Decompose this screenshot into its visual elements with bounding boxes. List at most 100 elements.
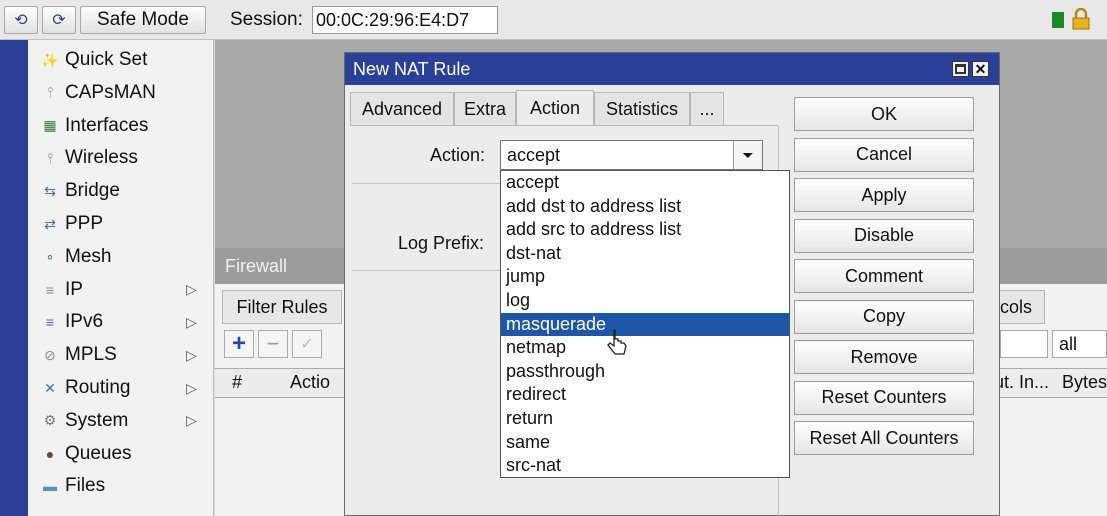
maximize-icon (955, 64, 966, 74)
copy-button[interactable]: Copy (794, 299, 974, 334)
top-toolbar: ⟲ ⟳ Safe Mode Session: 00:0C:29:96:E4:D7 (0, 0, 1107, 40)
mouse-cursor-icon (606, 328, 628, 358)
dropdown-option[interactable]: same (501, 431, 789, 455)
sidebar-item-ppp[interactable]: ⇄ PPP (28, 208, 214, 240)
maximize-button[interactable] (952, 61, 969, 77)
session-field[interactable]: 00:0C:29:96:E4:D7 (312, 6, 498, 34)
antenna-icon: ⫯ (46, 84, 54, 101)
tab-extra[interactable]: Extra (454, 92, 516, 126)
submenu-arrow-icon: ▷ (186, 412, 197, 429)
close-button[interactable]: ✕ (972, 61, 989, 77)
sidebar-item-label: MPLS (65, 344, 117, 366)
tab-filter-rules[interactable]: Filter Rules (222, 290, 342, 324)
dropdown-option[interactable]: accept (501, 171, 789, 195)
dropdown-option[interactable]: masquerade (501, 312, 789, 337)
remove-button[interactable]: Remove (794, 340, 974, 374)
sidebar-item-files[interactable]: ▬ Files (28, 470, 214, 502)
ip-icon: ≡ (45, 281, 55, 298)
dropdown-option[interactable]: redirect (501, 383, 789, 407)
sidebar: ✨ Quick Set ⫯ CAPsMAN ▦ Interfaces ⫯ Wireless ⇆ B… (28, 40, 214, 516)
sidebar-item-queues[interactable]: ● Queues (28, 438, 214, 470)
sidebar-item-routing[interactable]: ✕ Routing ▷ (28, 372, 214, 404)
col-out-in: ut. In... (994, 372, 1050, 392)
undo-button[interactable]: ⟲ (4, 6, 38, 34)
lock-icon (1071, 7, 1091, 30)
col-action: Actio (290, 372, 331, 392)
col-bytes: Bytes (1062, 372, 1107, 392)
remove-rule-button[interactable]: − (258, 330, 288, 358)
comment-button[interactable]: Comment (794, 259, 974, 293)
mpls-icon: ⊘ (44, 346, 56, 363)
routing-icon: ✕ (44, 379, 56, 396)
action-label: Action: (430, 145, 486, 165)
dropdown-option[interactable]: dst-nat (501, 242, 789, 266)
sidebar-item-label: Files (65, 475, 106, 497)
sidebar-item-mpls[interactable]: ⊘ MPLS ▷ (28, 339, 214, 371)
cancel-button[interactable]: Cancel (794, 137, 974, 172)
sidebar-item-system[interactable]: ⚙ System ▷ (28, 405, 214, 437)
dropdown-option[interactable]: netmap (501, 336, 789, 360)
ipv6-icon: ≡ (45, 314, 55, 331)
chevron-down-icon: ⏷ (742, 147, 754, 163)
sidebar-item-ipv6[interactable]: ≡ IPv6 ▷ (28, 306, 214, 338)
col-hash: # (232, 372, 243, 392)
dropdown-option[interactable]: jump (501, 265, 789, 289)
disable-button[interactable]: Disable (794, 218, 974, 253)
log-prefix-label: Log Prefix: (398, 233, 485, 253)
reset-counters-button[interactable]: Reset Counters (794, 380, 974, 415)
tab-advanced[interactable]: Advanced (350, 92, 454, 126)
sidebar-item-mesh[interactable]: ∘ Mesh (28, 241, 214, 273)
status-indicator-icon (1052, 12, 1064, 28)
redo-icon: ⟳ (52, 12, 66, 29)
gear-icon: ⚙ (43, 412, 57, 429)
sidebar-item-interfaces[interactable]: ▦ Interfaces (28, 110, 214, 142)
dropdown-option[interactable]: src-nat (501, 454, 789, 478)
dropdown-option[interactable]: log (501, 289, 789, 313)
tab-statistics[interactable]: Statistics (594, 92, 690, 126)
redo-button[interactable]: ⟳ (42, 6, 76, 34)
tab-more[interactable]: ... (690, 92, 724, 126)
safe-mode-button[interactable]: Safe Mode (80, 6, 206, 34)
tab-action[interactable]: Action (516, 90, 594, 126)
mesh-icon: ∘ (45, 248, 55, 265)
folder-icon: ▬ (43, 478, 57, 495)
queues-icon: ● (45, 445, 55, 462)
reset-all-counters-button[interactable]: Reset All Counters (794, 421, 974, 455)
sidebar-item-label: Bridge (65, 180, 120, 202)
sidebar-item-label: Wireless (65, 147, 138, 169)
filter-select[interactable]: all (1052, 330, 1107, 358)
dropdown-option[interactable]: add src to address list (501, 218, 789, 242)
dialog-title: New NAT Rule (345, 53, 999, 85)
ok-button[interactable]: OK (794, 97, 974, 131)
sidebar-item-wireless[interactable]: ⫯ Wireless (28, 142, 214, 174)
sidebar-item-bridge[interactable]: ⇆ Bridge (28, 175, 214, 207)
wand-icon: ✨ (41, 51, 59, 68)
section-divider (352, 270, 502, 271)
sidebar-item-label: Quick Set (65, 49, 148, 70)
submenu-arrow-icon: ▷ (186, 346, 197, 363)
ppp-icon: ⇄ (44, 215, 56, 232)
submenu-arrow-icon: ▷ (186, 281, 197, 298)
sidebar-item-ip[interactable]: ≡ IP ▷ (28, 274, 214, 306)
session-label: Session: (230, 9, 303, 30)
action-select[interactable]: accept (500, 140, 763, 170)
minus-icon: − (266, 331, 280, 356)
sidebar-item-capsman[interactable]: ⫯ CAPsMAN (28, 77, 214, 109)
dropdown-toggle[interactable]: ⏷ (733, 141, 762, 169)
sidebar-item-label: System (65, 409, 129, 431)
enable-rule-button[interactable]: ✓ (292, 330, 322, 358)
apply-button[interactable]: Apply (794, 178, 974, 212)
tab-divider (350, 125, 778, 126)
sidebar-item-label: Mesh (65, 245, 112, 267)
add-rule-button[interactable]: + (224, 330, 254, 358)
check-icon: ✓ (300, 336, 314, 353)
find-input[interactable] (1000, 330, 1048, 358)
sidebar-item-quick-set[interactable]: ✨ Quick Set (28, 44, 214, 76)
close-icon: ✕ (974, 61, 987, 77)
dropdown-option[interactable]: return (501, 407, 789, 431)
dropdown-option[interactable]: passthrough (501, 360, 789, 384)
sidebar-item-label: Queues (65, 442, 132, 464)
dropdown-option[interactable]: add dst to address list (501, 195, 789, 219)
plus-icon: + (231, 330, 246, 357)
sidebar-item-label: IPv6 (65, 311, 104, 333)
